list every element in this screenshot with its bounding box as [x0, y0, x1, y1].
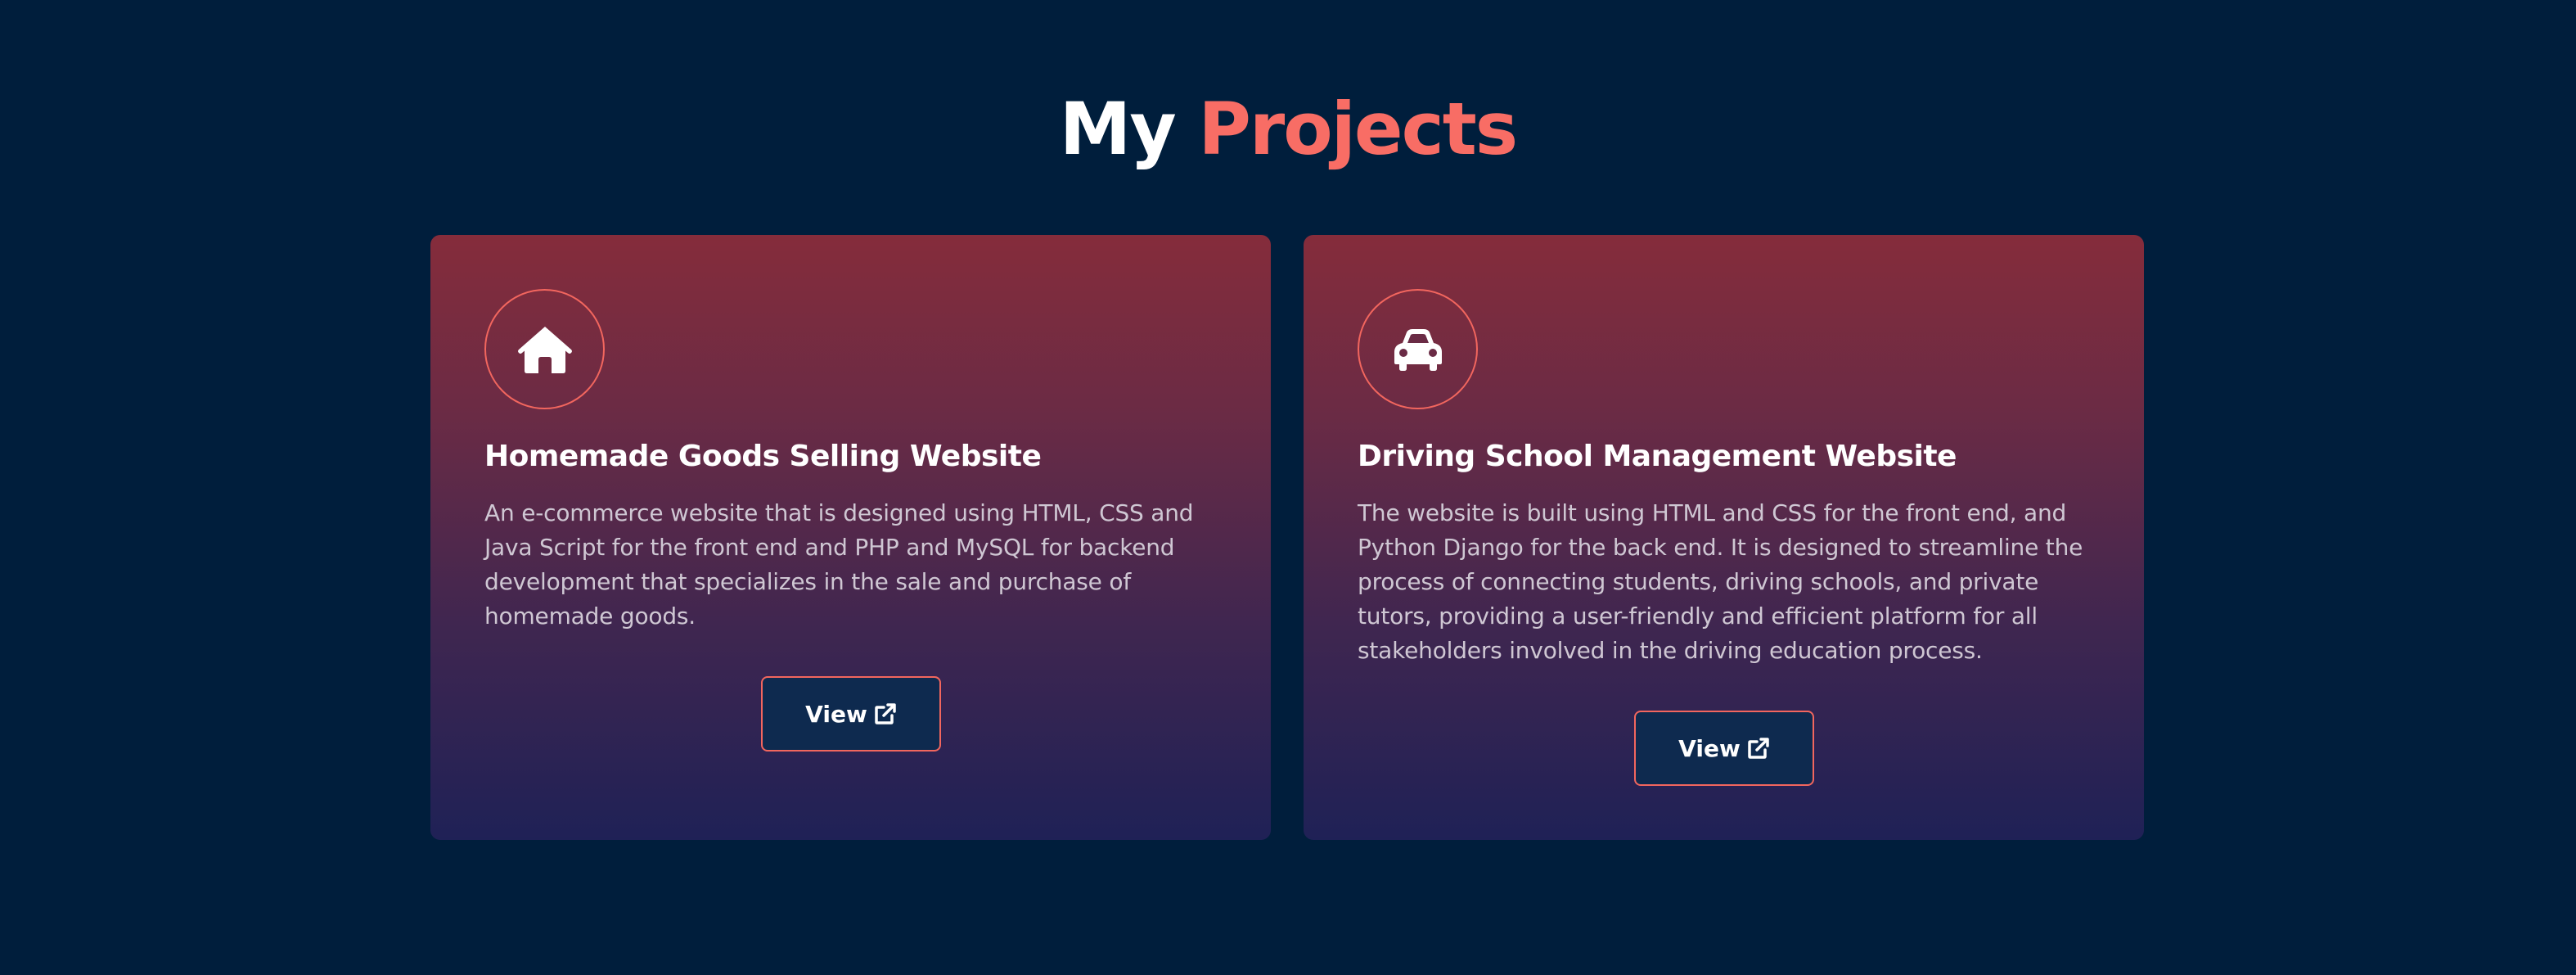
external-link-icon: [1747, 737, 1770, 760]
project-icon-circle: [1358, 289, 1478, 409]
external-link-icon: [874, 702, 897, 725]
view-button-label: View: [1678, 734, 1741, 762]
section-title-part-2: Projects: [1198, 87, 1518, 171]
section-title-part-1: My: [1059, 87, 1177, 171]
project-card-homemade-goods: Homemade Goods Selling Website An e-comm…: [430, 235, 1271, 840]
project-card-driving-school: Driving School Management Website The we…: [1304, 235, 2144, 840]
house-icon: [516, 324, 574, 375]
project-description: The website is built using HTML and CSS …: [1358, 499, 2083, 664]
project-title: Homemade Goods Selling Website: [484, 440, 1042, 473]
section-title: My Projects: [0, 88, 2576, 170]
view-button-label: View: [805, 700, 867, 728]
view-project-button[interactable]: View: [761, 676, 941, 752]
view-project-button[interactable]: View: [1634, 711, 1814, 786]
project-icon-circle: [484, 289, 605, 409]
project-title: Driving School Management Website: [1358, 440, 1957, 473]
car-icon: [1391, 327, 1445, 372]
project-description: An e-commerce website that is designed u…: [484, 499, 1194, 630]
